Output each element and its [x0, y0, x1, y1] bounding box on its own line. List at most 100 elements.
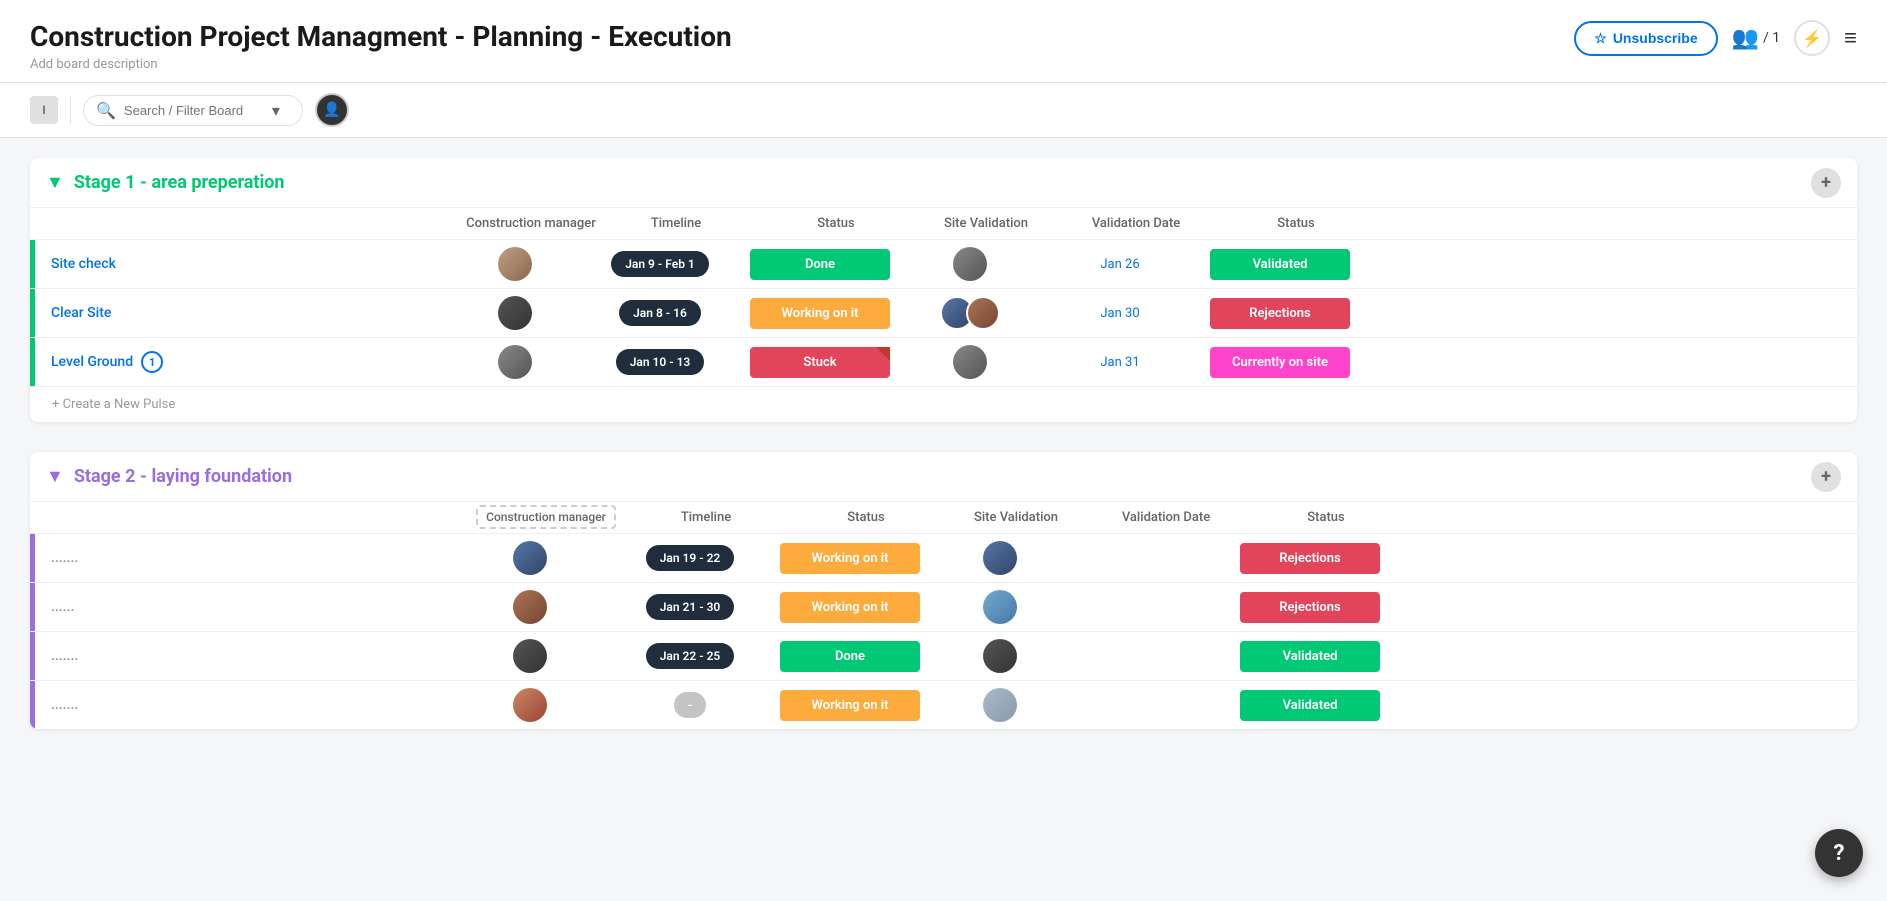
- col-site-validation: Site Validation: [946, 510, 1086, 525]
- site-validation-cell: [900, 292, 1040, 334]
- collapse-button[interactable]: I: [30, 96, 58, 124]
- help-button[interactable]: ?: [1815, 829, 1863, 877]
- row-name[interactable]: Site check: [51, 256, 116, 272]
- col-validation-date: Validation Date: [1086, 510, 1246, 525]
- row-name[interactable]: .......: [51, 648, 78, 664]
- col-timeline: Timeline: [626, 510, 786, 525]
- toolbar-divider: [70, 96, 71, 124]
- manager-cell: [450, 292, 580, 334]
- stage2-add-col-button[interactable]: +: [1811, 462, 1841, 492]
- col-status: Status: [756, 216, 916, 231]
- validation-date-cell: [1070, 554, 1230, 562]
- validation-date-cell: Jan 31: [1040, 351, 1200, 374]
- row-name[interactable]: .......: [51, 550, 78, 566]
- menu-button[interactable]: ≡: [1844, 25, 1857, 51]
- status-badge: Working on it: [780, 690, 920, 721]
- stage2-section: ▼ Stage 2 - laying foundation + Construc…: [30, 452, 1857, 729]
- status-badge: Done: [780, 641, 920, 672]
- board-content: ▼ Stage 1 - area preperation + Construct…: [0, 138, 1887, 779]
- validation-date: Jan 31: [1100, 355, 1139, 370]
- status2-cell: Currently on site: [1200, 343, 1360, 382]
- site-validation-cell: [930, 635, 1070, 677]
- stage1-chevron[interactable]: ▼: [46, 172, 64, 193]
- row-name[interactable]: Level Ground: [51, 354, 133, 370]
- notification-badge: 1: [141, 351, 163, 373]
- row-name-cell: .......: [35, 534, 94, 582]
- avatar: [513, 639, 547, 673]
- manager-cell: [450, 586, 610, 628]
- star-icon: ☆: [1594, 30, 1607, 47]
- status2-badge: Validated: [1210, 249, 1350, 280]
- create-pulse-button[interactable]: + Create a New Pulse: [30, 387, 1857, 422]
- status2-badge: Validated: [1240, 641, 1380, 672]
- col-status2: Status: [1246, 510, 1406, 525]
- row-name-cell: Clear Site: [35, 289, 127, 337]
- site-validation-cell: [930, 586, 1070, 628]
- table-row: Clear Site Jan 8 - 16 Working on it Jan …: [30, 289, 1857, 338]
- timeline-pill: Jan 21 - 30: [646, 594, 735, 620]
- row-name-cell: .......: [35, 681, 94, 729]
- status2-cell: Validated: [1200, 245, 1360, 284]
- site-validation-cell: [900, 243, 1040, 285]
- users-count: / 1: [1763, 30, 1780, 46]
- row-name-cell: Site check: [35, 240, 132, 288]
- status-badge: Working on it: [780, 543, 920, 574]
- timeline-cell: Jan 22 - 25: [610, 639, 770, 673]
- users-badge[interactable]: 👥 / 1: [1732, 26, 1781, 51]
- table-row: ....... - Working on it Validated: [30, 681, 1857, 729]
- search-box[interactable]: 🔍 ▾: [83, 95, 303, 126]
- col-manager-label: Construction manager: [476, 505, 616, 529]
- activity-icon: ⚡: [1802, 29, 1822, 48]
- manager-cell: [450, 635, 610, 677]
- row-name-cell: ......: [35, 583, 90, 631]
- activity-button[interactable]: ⚡: [1794, 20, 1830, 56]
- avatar: [966, 296, 1000, 330]
- manager-cell: [450, 243, 580, 285]
- validation-date-cell: [1070, 603, 1230, 611]
- toolbar: I 🔍 ▾ 👤: [0, 83, 1887, 138]
- status-cell: Working on it: [770, 539, 930, 578]
- search-icon: 🔍: [96, 101, 116, 120]
- stage1-header: ▼ Stage 1 - area preperation: [30, 158, 301, 207]
- site-validation-cell: [930, 537, 1070, 579]
- row-name[interactable]: ......: [51, 599, 74, 615]
- filter-avatar[interactable]: 👤: [315, 93, 349, 127]
- validation-date: Jan 30: [1100, 306, 1139, 321]
- timeline-pill: Jan 19 - 22: [646, 545, 735, 571]
- status-badge: Working on it: [780, 592, 920, 623]
- stage1-add-col-button[interactable]: +: [1811, 168, 1841, 198]
- timeline-pill: -: [674, 692, 706, 718]
- table-row: ...... Jan 21 - 30 Working on it Rejecti…: [30, 583, 1857, 632]
- status-badge: Done: [750, 249, 890, 280]
- header-actions: ☆ Unsubscribe 👥 / 1 ⚡ ≡: [1574, 20, 1857, 56]
- status-cell: Working on it: [770, 686, 930, 725]
- col-manager: Construction manager: [466, 216, 596, 231]
- search-input[interactable]: [124, 103, 264, 118]
- status2-badge: Rejections: [1240, 592, 1380, 623]
- timeline-cell: Jan 9 - Feb 1: [580, 247, 740, 281]
- row-name-cell: .......: [35, 632, 94, 680]
- stage2-chevron[interactable]: ▼: [46, 466, 64, 487]
- status2-badge: Rejections: [1240, 543, 1380, 574]
- status2-badge: Validated: [1240, 690, 1380, 721]
- validation-date-cell: Jan 26: [1040, 253, 1200, 276]
- row-name[interactable]: .......: [51, 697, 78, 713]
- stage1-title: Stage 1 - area preperation: [74, 172, 285, 193]
- stage2-table-header: Construction manager Timeline Status Sit…: [30, 501, 1857, 534]
- col-timeline: Timeline: [596, 216, 756, 231]
- row-name[interactable]: Clear Site: [51, 305, 111, 321]
- avatar: [513, 688, 547, 722]
- avatar: [513, 590, 547, 624]
- avatar: [953, 345, 987, 379]
- dropdown-icon[interactable]: ▾: [272, 101, 280, 120]
- status2-cell: Rejections: [1230, 539, 1390, 578]
- table-row: Site check Jan 9 - Feb 1 Done Jan 26 Val…: [30, 240, 1857, 289]
- avatar: [983, 541, 1017, 575]
- col-manager-dashed: Construction manager: [466, 510, 626, 525]
- stage1-table-header: Construction manager Timeline Status Sit…: [30, 207, 1857, 240]
- status-cell: Working on it: [770, 588, 930, 627]
- status2-badge: Currently on site: [1210, 347, 1350, 378]
- stage2-title: Stage 2 - laying foundation: [74, 466, 292, 487]
- unsubscribe-button[interactable]: ☆ Unsubscribe: [1574, 21, 1717, 56]
- status2-cell: Rejections: [1230, 588, 1390, 627]
